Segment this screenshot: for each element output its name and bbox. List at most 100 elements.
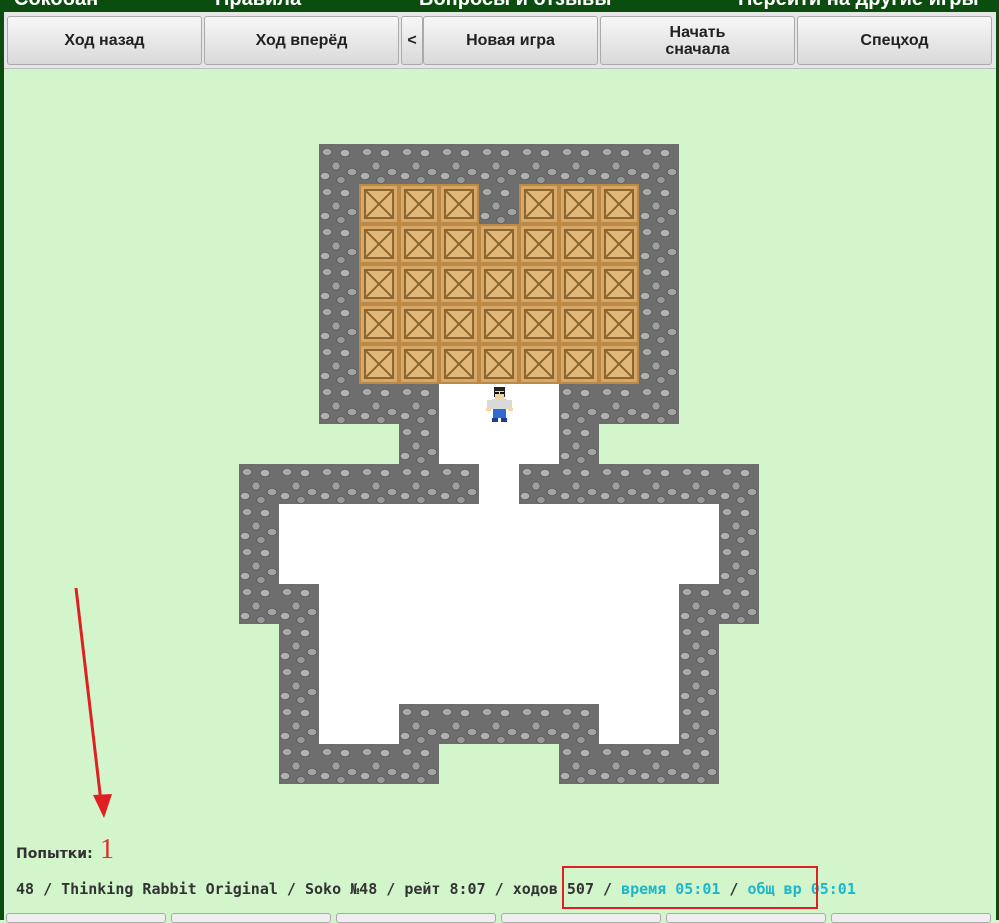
wall-tile [399,384,439,424]
wall-tile [239,464,279,504]
floor-tile [559,544,599,584]
bottom-tab-strip [4,913,996,923]
wall-tile [279,744,319,784]
floor-tile [639,544,679,584]
floor-tile [639,584,679,624]
wall-tile [599,384,639,424]
wall-tile [599,464,639,504]
wall-tile [679,704,719,744]
nav-link-rules[interactable]: Правила [215,0,301,11]
wall-tile [239,544,279,584]
floor-tile [479,664,519,704]
crate [399,184,439,224]
wall-tile [279,704,319,744]
floor-tile [519,424,559,464]
wall-tile [639,344,679,384]
restart-button[interactable]: Начать сначала [600,16,795,65]
wall-tile [639,744,679,784]
nav-link-feedback[interactable]: Вопросы и отзывы [419,0,611,11]
floor-tile [559,584,599,624]
sokoban-board[interactable] [0,0,999,920]
crate [559,184,599,224]
wall-tile [279,584,319,624]
wall-tile [279,664,319,704]
wall-tile [399,704,439,744]
redo-label: Ход вперёд [255,32,348,49]
floor-tile [479,464,519,504]
wall-tile [319,184,359,224]
crate [359,264,399,304]
redo-button[interactable]: Ход вперёд [204,16,399,65]
floor-tile [439,424,479,464]
floor-tile [439,544,479,584]
crate [359,304,399,344]
floor-tile [359,584,399,624]
previous-level-button[interactable]: < [401,16,423,65]
wall-tile [439,144,479,184]
wall-tile [359,744,399,784]
wall-tile [319,744,359,784]
wall-tile [239,504,279,544]
floor-tile [599,584,639,624]
wall-tile [439,704,479,744]
floor-tile [639,624,679,664]
floor-tile [599,624,639,664]
wall-tile [559,464,599,504]
floor-tile [399,584,439,624]
previous-level-label: < [407,32,417,49]
wall-tile [679,624,719,664]
wall-tile [239,584,279,624]
wall-tile [639,264,679,304]
nav-link-other-games[interactable]: Перейти на другие игры [738,0,979,11]
floor-tile [319,504,359,544]
crate [559,304,599,344]
wall-tile [479,184,519,224]
floor-tile [439,584,479,624]
crate [359,184,399,224]
floor-tile [599,664,639,704]
special-move-button[interactable]: Спецход [797,16,992,65]
crate [399,224,439,264]
crate [399,304,439,344]
floor-tile [319,704,359,744]
crate [599,304,639,344]
crate [399,264,439,304]
wall-tile [559,424,599,464]
restart-label-line2: сначала [665,40,730,58]
floor-tile [439,504,479,544]
wall-tile [519,464,559,504]
floor-tile [519,504,559,544]
level-info: 48 / Thinking Rabbit Original / Soko №48… [16,880,622,898]
floor-tile [439,384,479,424]
crate [439,184,479,224]
floor-tile [519,544,559,584]
crate [439,344,479,384]
wall-tile [639,224,679,264]
wall-tile [559,744,599,784]
floor-tile [319,664,359,704]
crate [359,224,399,264]
floor-tile [319,584,359,624]
bottom-tab[interactable] [171,913,331,923]
bottom-tab[interactable] [6,913,166,923]
new-game-button[interactable]: Новая игра [423,16,598,65]
wall-tile [279,624,319,664]
bottom-tab[interactable] [831,913,991,923]
floor-tile [559,664,599,704]
bottom-tab[interactable] [501,913,661,923]
nav-link-sokoban[interactable]: Сокобан [14,0,98,11]
floor-tile [599,544,639,584]
wall-tile [679,664,719,704]
bottom-tab[interactable] [336,913,496,923]
crate [599,184,639,224]
crate [399,344,439,384]
wall-tile [719,584,759,624]
wall-tile [599,144,639,184]
floor-tile [439,624,479,664]
undo-button[interactable]: Ход назад [7,16,202,65]
undo-label: Ход назад [64,32,145,49]
bottom-tab[interactable] [666,913,826,923]
wall-tile [479,144,519,184]
floor-tile [399,624,439,664]
wall-tile [599,744,639,784]
